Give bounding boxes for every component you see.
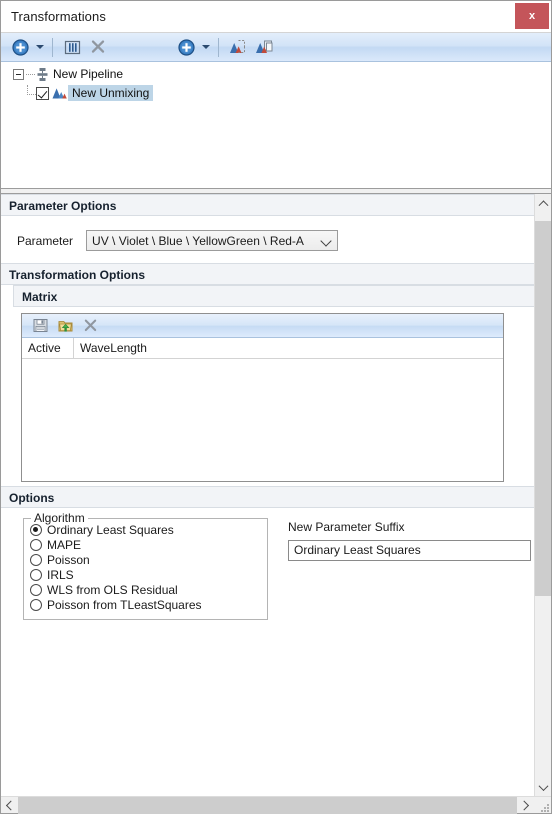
tree-item-new-pipeline[interactable]: New Pipeline <box>1 65 551 83</box>
toolbar-separator-1 <box>52 37 53 57</box>
window-title: Transformations <box>11 9 106 24</box>
algorithm-groupbox: Algorithm Ordinary Least Squares MAPE Po… <box>23 510 268 620</box>
matrix-header: Matrix <box>13 285 534 307</box>
transformation-options-header: Transformation Options <box>1 263 534 285</box>
copy-transformation-button[interactable] <box>251 35 277 60</box>
plus-circle-icon <box>177 38 195 56</box>
radio-label: Poisson from TLeastSquares <box>47 598 202 612</box>
resize-grip[interactable] <box>534 797 551 814</box>
delete-matrix-button[interactable] <box>78 315 103 337</box>
chevron-up-icon <box>538 200 548 211</box>
transformations-window: Transformations x New Pipeline New Unmix… <box>0 0 552 814</box>
algorithm-group-title: Algorithm <box>31 510 88 525</box>
plus-circle-icon <box>11 38 29 56</box>
save-matrix-button[interactable] <box>28 315 53 337</box>
matrix-column-headers: Active WaveLength <box>22 338 503 359</box>
scroll-left-button[interactable] <box>1 797 18 814</box>
radio-label: Poisson <box>47 553 90 567</box>
matrix-rows-container[interactable] <box>22 359 503 481</box>
import-matrix-button[interactable] <box>53 315 78 337</box>
tree-item-label: New Pipeline <box>53 67 124 81</box>
options-body: Algorithm Ordinary Least Squares MAPE Po… <box>1 507 534 630</box>
chevron-down-icon <box>201 45 210 49</box>
main-toolbar <box>1 33 551 62</box>
vertical-scroll-track[interactable] <box>535 211 551 779</box>
parameter-options-body: Parameter UV \ Violet \ Blue \ YellowGre… <box>1 216 534 263</box>
radio-label: MAPE <box>47 538 82 552</box>
add-pipeline-button[interactable] <box>7 35 33 60</box>
horizontal-scroll-thumb[interactable] <box>18 796 517 814</box>
floppy-save-icon <box>33 319 48 332</box>
vertical-scroll-thumb[interactable] <box>535 221 551 596</box>
tree-item-label: New Unmixing <box>68 85 154 101</box>
close-x-icon <box>91 40 105 53</box>
apply-transformation-button[interactable] <box>225 35 251 60</box>
radio-icon <box>30 554 42 566</box>
new-parameter-suffix-input[interactable]: Ordinary Least Squares <box>288 539 531 561</box>
parameter-options-header: Parameter Options <box>1 194 534 216</box>
pipeline-tree[interactable]: New Pipeline New Unmixing <box>1 62 551 188</box>
matrix-column-wavelength[interactable]: WaveLength <box>74 338 503 358</box>
tree-item-checkbox[interactable] <box>36 86 49 100</box>
options-filler <box>1 630 534 797</box>
radio-ordinary-least-squares[interactable]: Ordinary Least Squares <box>30 523 261 538</box>
matrix-column-active[interactable]: Active <box>22 338 74 358</box>
options-header: Options <box>1 485 534 508</box>
rename-button[interactable] <box>59 35 85 60</box>
unmixing-histogram-icon <box>52 86 68 100</box>
new-parameter-suffix-section: New Parameter Suffix Ordinary Least Squa… <box>288 518 531 620</box>
matrix-panel: Active WaveLength <box>21 313 504 482</box>
add-transformation-button[interactable] <box>173 35 199 60</box>
new-parameter-suffix-label: New Parameter Suffix <box>288 519 405 534</box>
radio-icon <box>30 584 42 596</box>
folder-import-icon <box>58 321 73 332</box>
rename-text-icon <box>64 40 80 54</box>
chevron-down-icon <box>320 235 332 247</box>
radio-irls[interactable]: IRLS <box>30 568 261 583</box>
radio-icon <box>30 524 42 536</box>
parameter-label: Parameter <box>17 233 74 248</box>
radio-mape[interactable]: MAPE <box>30 538 261 553</box>
scroll-down-button[interactable] <box>535 779 551 796</box>
radio-icon <box>30 569 42 581</box>
histogram-copy-icon <box>256 40 273 53</box>
horizontal-scroll-track[interactable] <box>18 796 517 814</box>
horizontal-scrollbar[interactable] <box>1 796 551 814</box>
matrix-toolbar <box>22 314 503 338</box>
radio-wls-from-ols-residual[interactable]: WLS from OLS Residual <box>30 583 261 598</box>
add-transformation-dropdown[interactable] <box>199 35 212 60</box>
options-scroll-area: Parameter Options Parameter UV \ Violet … <box>1 194 551 796</box>
radio-label: WLS from OLS Residual <box>47 583 178 597</box>
close-button[interactable]: x <box>515 3 549 29</box>
add-pipeline-dropdown[interactable] <box>33 35 46 60</box>
histogram-select-icon <box>230 40 245 53</box>
radio-icon <box>30 599 42 611</box>
scroll-up-button[interactable] <box>535 194 551 211</box>
scroll-right-button[interactable] <box>517 797 534 814</box>
vertical-scrollbar[interactable] <box>534 194 551 796</box>
tree-item-new-unmixing[interactable]: New Unmixing <box>1 84 551 102</box>
toolbar-separator-2 <box>218 37 219 57</box>
parameter-select[interactable]: UV \ Violet \ Blue \ YellowGreen \ Red-A <box>86 230 339 251</box>
chevron-down-icon <box>538 781 548 792</box>
radio-poisson-from-tleastsquares[interactable]: Poisson from TLeastSquares <box>30 598 261 613</box>
tree-connector <box>27 84 36 95</box>
close-x-icon <box>84 319 97 332</box>
chevron-down-icon <box>35 45 44 49</box>
radio-label: Ordinary Least Squares <box>47 523 174 537</box>
radio-icon <box>30 539 42 551</box>
title-bar: Transformations x <box>1 1 551 33</box>
tree-expander-icon[interactable] <box>13 68 24 80</box>
chevron-left-icon <box>5 800 16 810</box>
delete-button[interactable] <box>85 35 111 60</box>
radio-label: IRLS <box>47 568 74 582</box>
chevron-right-icon <box>519 800 530 810</box>
parameter-select-value: UV \ Violet \ Blue \ YellowGreen \ Red-A <box>92 233 304 248</box>
radio-poisson[interactable]: Poisson <box>30 553 261 568</box>
new-parameter-suffix-value: Ordinary Least Squares <box>294 543 421 557</box>
pipeline-icon <box>35 67 50 82</box>
options-content: Parameter Options Parameter UV \ Violet … <box>1 194 534 796</box>
close-icon: x <box>528 10 536 22</box>
tree-connector <box>26 73 35 75</box>
